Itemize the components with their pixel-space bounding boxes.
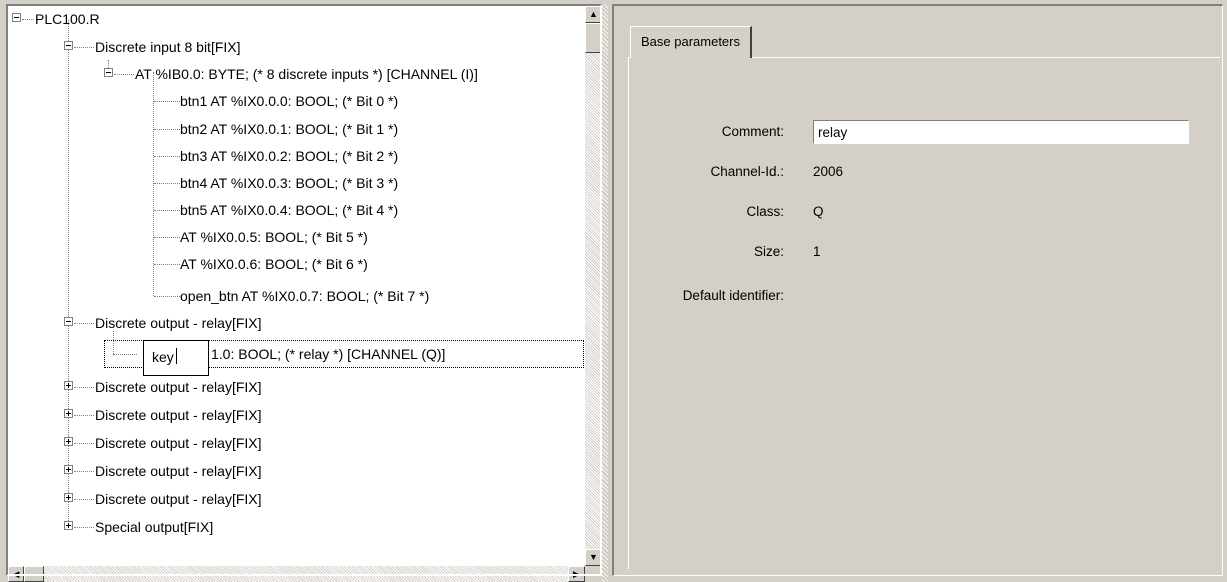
scroll-left-button[interactable]: ◀ — [8, 566, 24, 582]
arrow-left-icon: ◀ — [12, 569, 20, 579]
tree-item-label: btn3 AT %IX0.0.2: BOOL; (* Bit 2 *) — [180, 148, 399, 164]
tree-connector — [68, 20, 69, 527]
tree-item-label: Discrete output - relay[FIX] — [95, 463, 262, 479]
tree-item-label: AT %IX0.0.6: BOOL; (* Bit 6 *) — [180, 256, 368, 272]
tree-root-label: PLC100.R — [35, 11, 100, 27]
default-identifier-label: Default identifier: — [682, 288, 784, 303]
tree-item-label: Discrete output - relay[FIX] — [95, 407, 262, 423]
tree-item-label: Discrete output - relay[FIX] — [95, 379, 262, 395]
properties-pane: Base parameters Comment: Channel-Id.: 20… — [612, 4, 1223, 576]
tree-item-label: open_btn AT %IX0.0.7: BOOL; (* Bit 7 *) — [180, 288, 430, 304]
tree-item-label: Discrete output - relay[FIX] — [95, 315, 262, 331]
collapse-icon[interactable] — [64, 317, 73, 326]
comment-label: Comment: — [721, 124, 784, 139]
text-caret — [175, 348, 177, 364]
tab-base-parameters[interactable]: Base parameters — [630, 26, 752, 58]
configuration-tree[interactable]: PLC100.R Discrete input 8 bit[FIX] AT %I… — [8, 6, 585, 566]
tree-item-label: btn4 AT %IX0.0.3: BOOL; (* Bit 3 *) — [180, 175, 399, 191]
scroll-down-button[interactable]: ▼ — [585, 549, 602, 566]
tree-item-label: Discrete output - relay[FIX] — [95, 435, 262, 451]
tree-item-label: Discrete output - relay[FIX] — [95, 491, 262, 507]
tree-item-label: btn2 AT %IX0.0.1: BOOL; (* Bit 1 *) — [180, 121, 399, 137]
rename-input[interactable]: key — [143, 340, 209, 376]
pane-splitter[interactable] — [602, 4, 608, 582]
arrow-down-icon: ▼ — [589, 552, 598, 562]
tree-item-label: 1.0: BOOL; (* relay *) [CHANNEL (Q)] — [211, 346, 446, 362]
class-label: Class: — [746, 204, 784, 219]
size-label: Size: — [753, 244, 784, 259]
rename-input-value: key — [152, 349, 174, 365]
scroll-thumb[interactable] — [24, 566, 44, 582]
comment-input[interactable] — [813, 120, 1189, 144]
collapse-icon[interactable] — [12, 13, 21, 22]
arrow-right-icon: ▶ — [573, 569, 580, 579]
tree-horizontal-scrollbar[interactable]: ◀ ▶ — [8, 566, 585, 582]
channel-id-label: Channel-Id.: — [710, 164, 784, 179]
collapse-icon[interactable] — [104, 68, 113, 77]
expand-icon[interactable] — [64, 437, 73, 446]
tree-vertical-scrollbar[interactable]: ▲ ▼ — [585, 6, 602, 566]
base-parameters-panel: Comment: Channel-Id.: 2006 Class: Q Size… — [628, 57, 1220, 569]
tree-connector — [153, 72, 154, 296]
expand-icon[interactable] — [64, 465, 73, 474]
arrow-up-icon: ▲ — [589, 9, 598, 19]
tree-item-label: btn1 AT %IX0.0.0: BOOL; (* Bit 0 *) — [180, 93, 399, 109]
tree-item-label: btn5 AT %IX0.0.4: BOOL; (* Bit 4 *) — [180, 202, 399, 218]
expand-icon[interactable] — [64, 493, 73, 502]
class-value: Q — [813, 204, 824, 219]
collapse-icon[interactable] — [64, 41, 73, 50]
expand-icon[interactable] — [64, 381, 73, 390]
tree-item-label: Discrete input 8 bit[FIX] — [95, 39, 241, 55]
scroll-up-button[interactable]: ▲ — [585, 6, 602, 23]
tree-item-label: AT %IB0.0: BYTE; (* 8 discrete inputs *)… — [135, 66, 478, 82]
channel-id-value: 2006 — [813, 164, 844, 179]
size-value: 1 — [813, 244, 821, 259]
expand-icon[interactable] — [64, 521, 73, 530]
scroll-thumb[interactable] — [585, 23, 602, 53]
expand-icon[interactable] — [64, 409, 73, 418]
tree-item-label: Special output[FIX] — [95, 519, 214, 535]
scroll-right-button[interactable]: ▶ — [568, 566, 585, 582]
tree-item-label: AT %IX0.0.5: BOOL; (* Bit 5 *) — [180, 229, 368, 245]
